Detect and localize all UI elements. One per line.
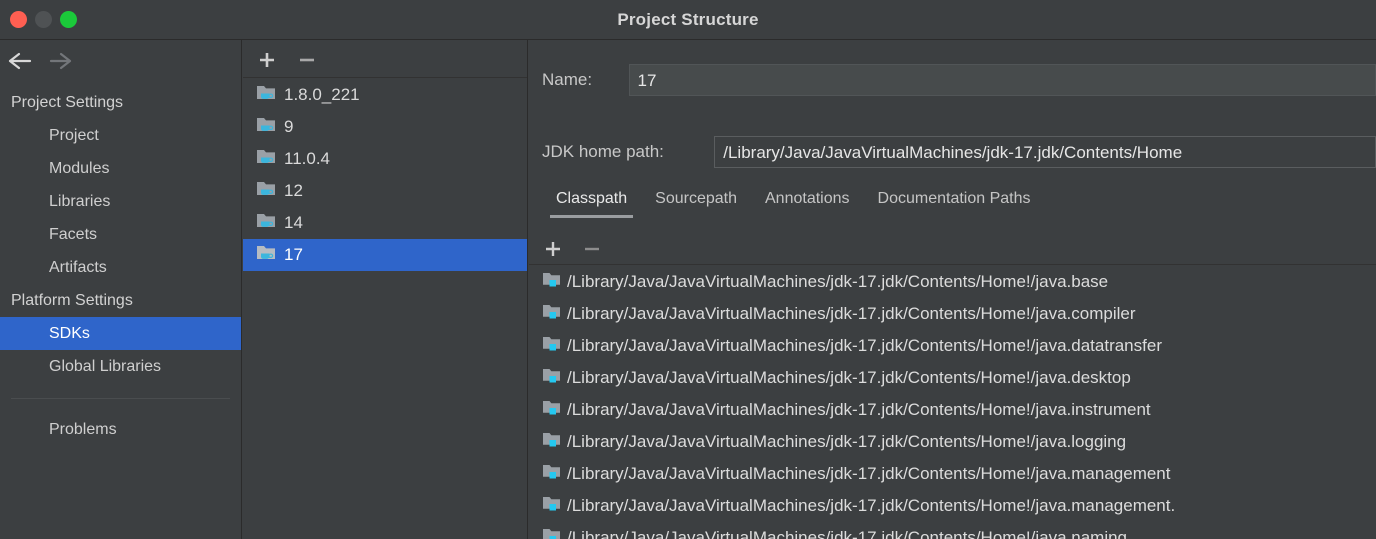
window-title: Project Structure bbox=[617, 10, 759, 29]
title-bar: Project Structure bbox=[0, 0, 1376, 40]
list-item[interactable]: 1.8.0_221 bbox=[243, 79, 527, 111]
module-folder-icon bbox=[542, 335, 562, 358]
list-item-label: 12 bbox=[284, 181, 303, 200]
settings-sidebar: Project Settings Project Modules Librari… bbox=[0, 40, 242, 539]
nav-group-project-settings: Project Settings bbox=[11, 94, 124, 111]
table-row[interactable]: /Library/Java/JavaVirtualMachines/jdk-17… bbox=[529, 490, 1376, 522]
settings-nav-list: Project Settings Project Modules Librari… bbox=[0, 86, 241, 446]
remove-sdk-button[interactable] bbox=[296, 49, 318, 71]
sdk-name-row: Name: 17 bbox=[542, 64, 1376, 96]
sidebar-item-modules[interactable]: Modules bbox=[0, 152, 241, 185]
table-row[interactable]: /Library/Java/JavaVirtualMachines/jdk-17… bbox=[529, 522, 1376, 539]
jdk-folder-icon bbox=[256, 179, 277, 203]
table-row-path: /Library/Java/JavaVirtualMachines/jdk-17… bbox=[567, 368, 1131, 387]
table-row-path: /Library/Java/JavaVirtualMachines/jdk-17… bbox=[567, 304, 1136, 323]
table-row[interactable]: /Library/Java/JavaVirtualMachines/jdk-17… bbox=[529, 458, 1376, 490]
table-row-path: /Library/Java/JavaVirtualMachines/jdk-17… bbox=[567, 336, 1162, 355]
module-folder-icon bbox=[542, 463, 562, 486]
module-folder-icon bbox=[542, 303, 562, 326]
table-row[interactable]: /Library/Java/JavaVirtualMachines/jdk-17… bbox=[529, 426, 1376, 458]
sidebar-divider bbox=[11, 398, 230, 399]
list-item-label: 11.0.4 bbox=[284, 149, 331, 168]
tab-annotations[interactable]: Annotations bbox=[751, 190, 864, 218]
table-row-path: /Library/Java/JavaVirtualMachines/jdk-17… bbox=[567, 400, 1151, 419]
sidebar-item-global-libraries[interactable]: Global Libraries bbox=[0, 350, 241, 383]
jdk-folder-icon bbox=[256, 243, 277, 267]
sidebar-item-project[interactable]: Project bbox=[0, 119, 241, 152]
module-folder-icon bbox=[542, 495, 562, 518]
list-item[interactable]: 12 bbox=[243, 175, 527, 207]
sdk-list[interactable]: 1.8.0_221 9 11.0.4 12 14 17 bbox=[243, 79, 527, 538]
jdk-folder-icon bbox=[256, 115, 277, 139]
sidebar-item-sdks[interactable]: SDKs bbox=[0, 317, 241, 350]
add-sdk-button[interactable] bbox=[256, 49, 278, 71]
list-item-label: 14 bbox=[284, 213, 303, 232]
sidebar-item-artifacts[interactable]: Artifacts bbox=[0, 251, 241, 284]
jdk-home-path-input[interactable]: /Library/Java/JavaVirtualMachines/jdk-17… bbox=[714, 136, 1376, 168]
sdk-name-input[interactable]: 17 bbox=[628, 64, 1376, 96]
module-folder-icon bbox=[542, 431, 562, 454]
sidebar-item-libraries[interactable]: Libraries bbox=[0, 185, 241, 218]
forward-arrow-icon[interactable] bbox=[48, 50, 74, 72]
table-row-path: /Library/Java/JavaVirtualMachines/jdk-17… bbox=[567, 528, 1128, 539]
table-row-path: /Library/Java/JavaVirtualMachines/jdk-17… bbox=[567, 464, 1171, 483]
sdk-name-label: Name: bbox=[542, 70, 593, 89]
module-folder-icon bbox=[542, 527, 562, 539]
classpath-list[interactable]: /Library/Java/JavaVirtualMachines/jdk-17… bbox=[529, 266, 1376, 539]
sidebar-nav-buttons bbox=[0, 40, 241, 82]
list-item-label: 1.8.0_221 bbox=[284, 85, 360, 104]
sidebar-item-problems[interactable]: Problems bbox=[0, 413, 241, 446]
table-row[interactable]: /Library/Java/JavaVirtualMachines/jdk-17… bbox=[529, 362, 1376, 394]
module-folder-icon bbox=[542, 271, 562, 294]
sdk-detail-panel: Name: 17 JDK home path: /Library/Java/Ja… bbox=[529, 40, 1376, 539]
list-item-label: 9 bbox=[284, 117, 294, 136]
add-classpath-button[interactable] bbox=[542, 238, 564, 260]
tab-documentation-paths[interactable]: Documentation Paths bbox=[864, 190, 1045, 218]
jdk-home-path-row: JDK home path: /Library/Java/JavaVirtual… bbox=[542, 136, 1376, 168]
project-structure-window: Project Structure Project Settings Proje… bbox=[0, 0, 1376, 539]
list-item-label: 17 bbox=[284, 245, 303, 264]
nav-group-platform-settings: Platform Settings bbox=[11, 292, 133, 309]
tab-sourcepath[interactable]: Sourcepath bbox=[641, 190, 751, 218]
tab-classpath[interactable]: Classpath bbox=[542, 190, 641, 218]
table-row[interactable]: /Library/Java/JavaVirtualMachines/jdk-17… bbox=[529, 266, 1376, 298]
detail-tabs: Classpath Sourcepath Annotations Documen… bbox=[542, 190, 1376, 226]
remove-classpath-button[interactable] bbox=[581, 238, 603, 260]
list-item[interactable]: 9 bbox=[243, 111, 527, 143]
table-row-path: /Library/Java/JavaVirtualMachines/jdk-17… bbox=[567, 432, 1127, 451]
table-row[interactable]: /Library/Java/JavaVirtualMachines/jdk-17… bbox=[529, 394, 1376, 426]
list-item[interactable]: 17 bbox=[243, 239, 527, 271]
back-arrow-icon[interactable] bbox=[6, 50, 32, 72]
jdk-folder-icon bbox=[256, 83, 277, 107]
list-item[interactable]: 11.0.4 bbox=[243, 143, 527, 175]
table-row-path: /Library/Java/JavaVirtualMachines/jdk-17… bbox=[567, 496, 1176, 515]
sdk-list-toolbar bbox=[243, 40, 527, 78]
sdk-list-panel: 1.8.0_221 9 11.0.4 12 14 17 bbox=[243, 40, 528, 539]
jdk-folder-icon bbox=[256, 211, 277, 235]
classpath-toolbar bbox=[529, 232, 1376, 265]
table-row[interactable]: /Library/Java/JavaVirtualMachines/jdk-17… bbox=[529, 330, 1376, 362]
module-folder-icon bbox=[542, 367, 562, 390]
module-folder-icon bbox=[542, 399, 562, 422]
table-row[interactable]: /Library/Java/JavaVirtualMachines/jdk-17… bbox=[529, 298, 1376, 330]
sidebar-item-facets[interactable]: Facets bbox=[0, 218, 241, 251]
list-item[interactable]: 14 bbox=[243, 207, 527, 239]
jdk-home-path-label: JDK home path: bbox=[542, 142, 664, 161]
jdk-folder-icon bbox=[256, 147, 277, 171]
table-row-path: /Library/Java/JavaVirtualMachines/jdk-17… bbox=[567, 272, 1109, 291]
